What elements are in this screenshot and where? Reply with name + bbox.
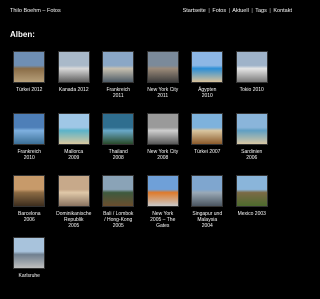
album-caption[interactable]: New York City 2008 — [141, 149, 185, 161]
album-caption[interactable]: Singapur und Malaysia 2004 — [185, 211, 229, 229]
album-thumbnail[interactable] — [146, 175, 179, 207]
nav-separator: | — [208, 8, 210, 14]
album-caption[interactable]: Bali / Lombok / Hong-Kong 2005 — [96, 211, 140, 229]
album-caption[interactable]: Frankreich 2011 — [96, 87, 140, 99]
album-thumbnail[interactable] — [102, 51, 135, 83]
album-thumbnail[interactable] — [57, 175, 90, 207]
album-caption[interactable]: Sardinien 2006 — [230, 149, 274, 161]
nav-link-aktuell[interactable]: Aktuell — [232, 8, 249, 14]
album-thumbnail[interactable] — [57, 113, 90, 145]
album-caption[interactable]: Ägypten 2010 — [185, 87, 229, 99]
album-tile[interactable]: Dominikanische Republik 2005 — [52, 175, 97, 237]
album-tile[interactable]: Ägypten 2010 — [185, 51, 230, 113]
album-caption[interactable]: Thailand 2008 — [96, 149, 140, 161]
site-title[interactable]: Thilo Boehm – Fotos — [10, 8, 61, 14]
album-thumbnail[interactable] — [102, 175, 135, 207]
album-tile[interactable]: Frankreich 2010 — [7, 113, 52, 175]
album-thumbnail[interactable] — [13, 237, 46, 269]
album-thumbnail[interactable] — [146, 51, 179, 83]
album-thumbnail[interactable] — [102, 113, 135, 145]
album-tile[interactable]: Mexico 2003 — [230, 175, 275, 237]
album-thumbnail[interactable] — [191, 51, 224, 83]
album-caption[interactable]: Barcelona 2006 — [7, 211, 51, 223]
album-caption[interactable]: Dominikanische Republik 2005 — [52, 211, 96, 229]
album-thumbnail[interactable] — [57, 51, 90, 83]
album-tile[interactable]: Kanada 2012 — [52, 51, 97, 113]
nav-separator: | — [228, 8, 231, 14]
album-thumbnail[interactable] — [191, 175, 224, 207]
album-tile[interactable]: Thailand 2008 — [96, 113, 141, 175]
album-thumbnail[interactable] — [13, 175, 46, 207]
album-tile[interactable]: New York 2005 – The Gates — [141, 175, 186, 237]
album-thumbnail[interactable] — [146, 113, 179, 145]
album-thumbnail[interactable] — [235, 175, 268, 207]
section-title: Alben: — [10, 30, 35, 39]
nav-link-fotos[interactable]: Fotos — [212, 8, 226, 14]
album-tile[interactable]: Singapur und Malaysia 2004 — [185, 175, 230, 237]
album-thumbnail[interactable] — [235, 51, 268, 83]
album-tile[interactable]: New York City 2011 — [141, 51, 186, 113]
album-tile[interactable]: Barcelona 2006 — [7, 175, 52, 237]
album-caption[interactable]: Kanada 2012 — [52, 87, 96, 93]
album-thumbnail[interactable] — [191, 113, 224, 145]
album-tile[interactable]: New York City 2008 — [141, 113, 186, 175]
album-tile[interactable]: Frankreich 2011 — [96, 51, 141, 113]
album-caption[interactable]: Karlsruhe — [7, 273, 51, 279]
album-tile[interactable]: Sardinien 2006 — [230, 113, 275, 175]
album-caption[interactable]: New York 2005 – The Gates — [141, 211, 185, 229]
album-grid: Türkei 2012 Kanada 2012 Frankreich 2011 New… — [7, 51, 297, 299]
album-thumbnail[interactable] — [235, 113, 268, 145]
album-tile[interactable]: Türkei 2012 — [7, 51, 52, 113]
album-caption[interactable]: Frankreich 2010 — [7, 149, 51, 161]
nav-link-kontakt[interactable]: Kontakt — [273, 8, 292, 14]
album-caption[interactable]: Türkei 2007 — [185, 149, 229, 155]
album-thumbnail[interactable] — [13, 51, 46, 83]
album-tile[interactable]: Mallorca 2009 — [52, 113, 97, 175]
album-caption[interactable]: Mallorca 2009 — [52, 149, 96, 161]
album-caption[interactable]: Tokio 2010 — [230, 87, 274, 93]
nav-link-tags[interactable]: Tags — [255, 8, 267, 14]
album-thumbnail[interactable] — [13, 113, 46, 145]
nav-separator: | — [251, 8, 253, 14]
main-nav: Startseite | Fotos | Aktuell | Tags | Ko… — [183, 8, 292, 14]
album-caption[interactable]: New York City 2011 — [141, 87, 185, 99]
album-tile[interactable]: Bali / Lombok / Hong-Kong 2005 — [96, 175, 141, 237]
nav-separator: | — [269, 8, 271, 14]
album-caption[interactable]: Türkei 2012 — [7, 87, 51, 93]
album-caption[interactable]: Mexico 2003 — [230, 211, 274, 217]
nav-link-startseite[interactable]: Startseite — [183, 8, 206, 14]
album-tile[interactable]: Türkei 2007 — [185, 113, 230, 175]
album-tile[interactable]: Karlsruhe — [7, 237, 52, 299]
album-tile[interactable]: Tokio 2010 — [230, 51, 275, 113]
